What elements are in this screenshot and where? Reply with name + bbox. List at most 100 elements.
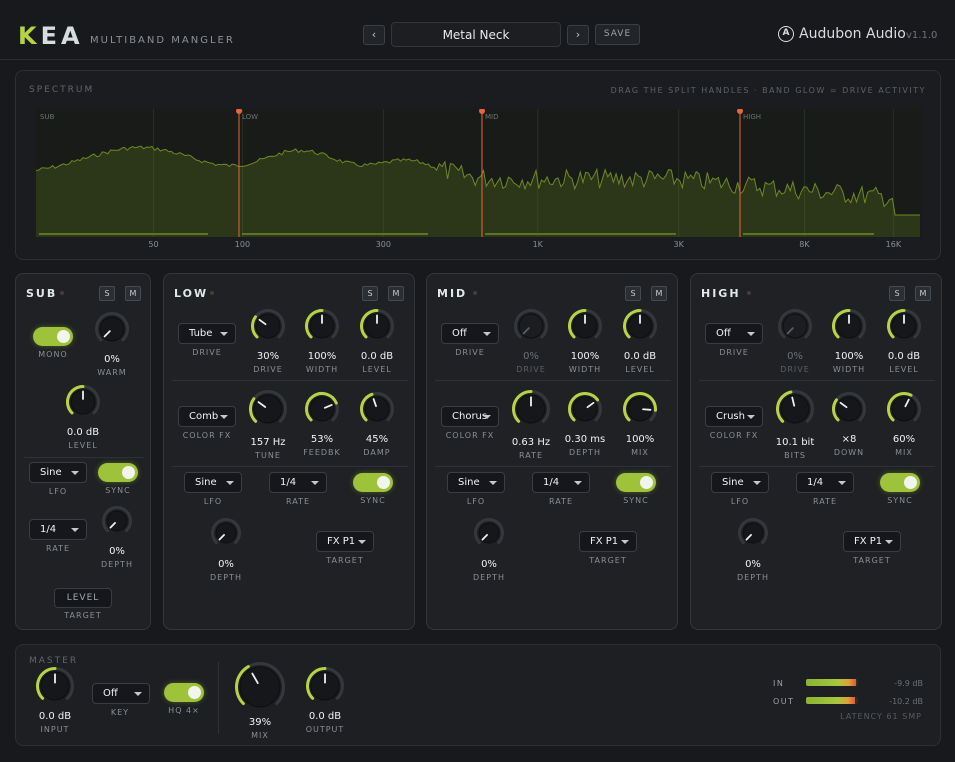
high-target-select[interactable]: FX P1 [843, 531, 901, 552]
sub-mono-toggle[interactable] [33, 327, 73, 346]
master-output-knob[interactable] [306, 666, 344, 705]
freq-tick-label: 3K [674, 240, 685, 249]
preset-name[interactable]: Metal Neck [391, 22, 561, 47]
band-label: LOW [242, 113, 258, 121]
low-width-knob[interactable] [305, 309, 339, 343]
high-fx2-knob[interactable] [832, 392, 866, 426]
low-rate-select[interactable]: 1/4 [269, 472, 327, 493]
low-lfo-select[interactable]: Sine [184, 472, 242, 493]
prev-preset-button[interactable]: ‹ [363, 25, 385, 45]
band-sub-title: SUB [26, 287, 58, 300]
chevron-down-icon [574, 481, 582, 485]
low-depth-knob[interactable] [211, 518, 241, 548]
sub-lfo-select[interactable]: Sine [29, 462, 87, 483]
master-mix-label: MIX [251, 731, 269, 740]
low-drive-knob[interactable] [251, 309, 285, 343]
sub-rate-select[interactable]: 1/4 [29, 519, 87, 540]
toggle-thumb [188, 686, 201, 699]
low-level-label: LEVEL [362, 365, 392, 374]
high-color_fx-select[interactable]: Crush [705, 406, 763, 427]
low-mute-button[interactable]: M [388, 286, 404, 301]
mid-rate-select[interactable]: 1/4 [532, 472, 590, 493]
sub-warm-knob[interactable] [95, 312, 129, 346]
high-target-value: FX P1 [854, 536, 883, 547]
knob-graphic [568, 309, 602, 339]
knob-graphic [832, 309, 866, 339]
low-sync-toggle[interactable] [353, 473, 393, 492]
mid-sync-toggle[interactable] [616, 473, 656, 492]
sub-depth-knob[interactable] [102, 506, 132, 536]
low-solo-button[interactable]: S [362, 286, 378, 301]
low-color_fx-select[interactable]: Comb [178, 406, 236, 427]
low-fx3-knob[interactable] [360, 392, 394, 426]
low-fx1-knob[interactable] [249, 389, 287, 428]
toggle-thumb [904, 476, 917, 489]
high-rate-label: RATE [812, 497, 838, 506]
high-sync-toggle[interactable] [880, 473, 920, 492]
spectrum-hint: DRAG THE SPLIT HANDLES · BAND GLOW = DRI… [610, 86, 926, 95]
band-level-bar [743, 233, 874, 235]
low-fx2-knob[interactable] [305, 392, 339, 426]
mid-fx1-knob[interactable] [512, 389, 550, 428]
chevron-down-icon [358, 540, 366, 544]
master-key-select[interactable]: Off [92, 683, 150, 704]
mid-width-knob[interactable] [568, 309, 602, 343]
mid-fx2-knob[interactable] [568, 392, 602, 426]
knob-graphic [738, 518, 768, 545]
master-input-knob[interactable] [36, 666, 74, 705]
high-drive_type-select[interactable]: Off [705, 323, 763, 344]
band-label: HIGH [743, 113, 761, 121]
low-color_fx-label: COLOR FX [182, 431, 232, 440]
high-solo-button[interactable]: S [889, 286, 905, 301]
mid-lfo-select[interactable]: Sine [447, 472, 505, 493]
low-drive_type-value: Tube [189, 328, 213, 339]
master-key-label: KEY [110, 708, 130, 717]
mid-mute-button[interactable]: M [651, 286, 667, 301]
version-label: v1.1.0 [906, 30, 938, 41]
mid-color_fx-select[interactable]: Chorus [441, 406, 499, 427]
mid-level-value: 0.0 dB [623, 351, 657, 362]
mid-drive_type-select[interactable]: Off [441, 323, 499, 344]
knob-graphic [623, 309, 657, 339]
master-hq-toggle[interactable] [164, 683, 204, 702]
master-mix-knob[interactable] [235, 662, 285, 712]
sub-level-knob[interactable] [66, 385, 100, 419]
low-target-select[interactable]: FX P1 [316, 531, 374, 552]
mid-depth-knob[interactable] [474, 518, 504, 548]
mid-drive-knob[interactable] [514, 309, 548, 343]
next-preset-button[interactable]: › [567, 25, 589, 45]
sub-solo-button[interactable]: S [99, 286, 115, 301]
high-color_fx-value: Crush [716, 411, 745, 422]
high-level-knob[interactable] [887, 309, 921, 343]
mid-solo-button[interactable]: S [625, 286, 641, 301]
high-lfo-select[interactable]: Sine [711, 472, 769, 493]
high-drive-knob[interactable] [778, 309, 812, 343]
high-fx3-label: MIX [895, 448, 913, 457]
high-mute-button[interactable]: M [915, 286, 931, 301]
sub-mute-button[interactable]: M [125, 286, 141, 301]
sub-target-select[interactable]: LEVEL [54, 588, 112, 608]
mid-target-select[interactable]: FX P1 [579, 531, 637, 552]
high-fx1-knob[interactable] [776, 389, 814, 428]
mid-depth-value: 0% [481, 559, 497, 570]
high-fx3-knob[interactable] [887, 392, 921, 426]
band-low: LOW S M Tube DRIVE 30% DRIVE 100% WIDTH … [163, 273, 415, 630]
sub-depth-value: 0% [109, 546, 125, 557]
low-sync-label: SYNC [360, 496, 386, 505]
band-label: SUB [40, 113, 55, 121]
low-drive_type-select[interactable]: Tube [178, 323, 236, 344]
high-width-knob[interactable] [832, 309, 866, 343]
high-rate-select[interactable]: 1/4 [796, 472, 854, 493]
mid-fx3-knob[interactable] [623, 392, 657, 426]
low-drive_type-label: DRIVE [192, 348, 222, 357]
low-level-knob[interactable] [360, 309, 394, 343]
save-button[interactable]: SAVE [595, 24, 640, 45]
mid-target-value: FX P1 [590, 536, 619, 547]
mid-rate-value: 1/4 [543, 477, 560, 488]
sub-sync-toggle[interactable] [98, 463, 138, 482]
spectrum-display[interactable]: SUB LOW MID HIGH 50 100 300 1K 3K 8K 16K [36, 109, 926, 251]
mid-level-knob[interactable] [623, 309, 657, 343]
high-depth-knob[interactable] [738, 518, 768, 548]
toggle-thumb [122, 466, 135, 479]
low-depth-label: DEPTH [210, 573, 242, 582]
